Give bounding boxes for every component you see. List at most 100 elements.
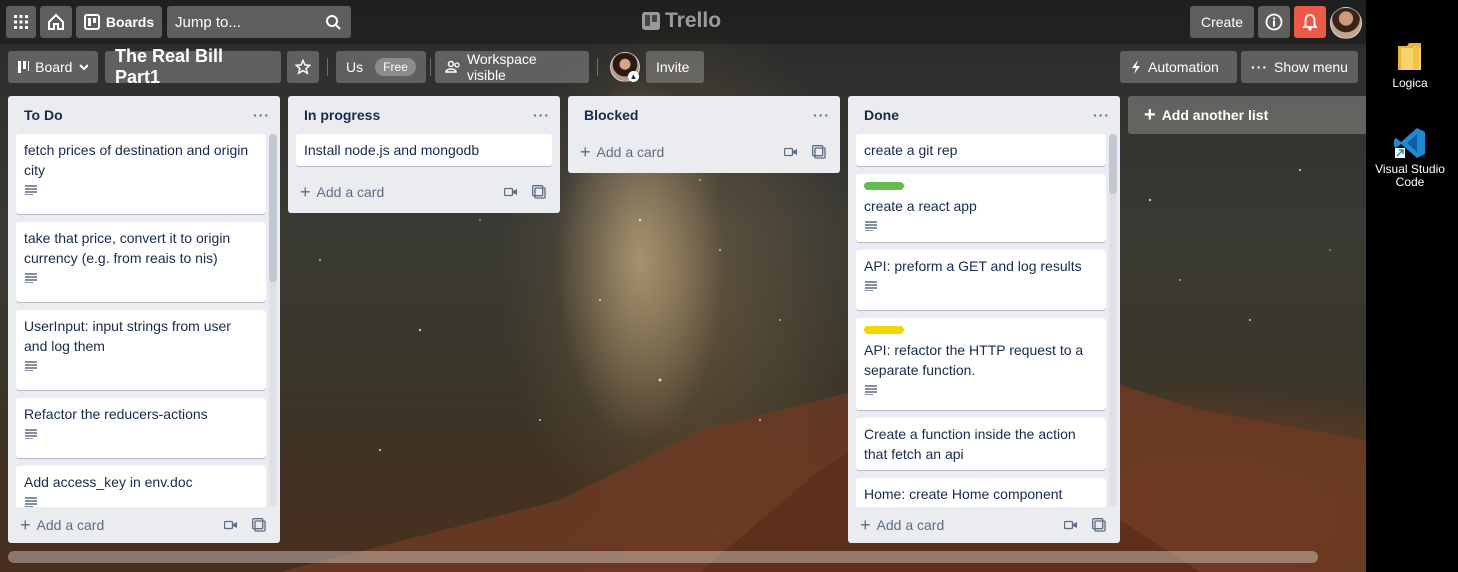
desktop-icon-logica[interactable]: Logica (1370, 40, 1450, 90)
plus-icon: + (20, 514, 31, 535)
card-title: API: preform a GET and log results (864, 258, 1082, 274)
list-header[interactable]: Blocked ··· (568, 96, 840, 134)
video-icon[interactable] (784, 147, 798, 157)
apps-grid-button[interactable] (6, 6, 36, 38)
video-icon[interactable] (504, 187, 518, 197)
card-title: API: refactor the HTTP request to a sepa… (864, 342, 1084, 378)
boards-label: Boards (105, 14, 155, 30)
list-title[interactable]: Blocked (584, 107, 638, 123)
description-icon (24, 356, 258, 376)
card-title: create a git rep (864, 142, 958, 158)
video-icon[interactable] (1064, 520, 1078, 530)
card[interactable]: API: refactor the HTTP request to a sepa… (856, 318, 1106, 410)
workspace-visibility-icon (445, 60, 460, 73)
board-title[interactable]: The Real Bill Part1 (105, 46, 281, 87)
card-template-icon[interactable] (252, 518, 266, 532)
vertical-scrollbar[interactable] (1109, 134, 1117, 507)
visibility-label: Workspace visible (466, 51, 537, 83)
plus-icon: + (1144, 103, 1156, 126)
card-title: create a react app (864, 198, 977, 214)
card[interactable]: Create a function inside the action that… (856, 418, 1106, 470)
notifications-button[interactable] (1294, 6, 1326, 38)
video-icon[interactable] (224, 520, 238, 530)
description-icon (24, 268, 258, 288)
list-to-do[interactable]: To Do ··· fetch prices of destination an… (8, 96, 280, 543)
add-card-button[interactable]: + Add a card (288, 174, 560, 210)
list-title[interactable]: To Do (24, 107, 63, 123)
card[interactable]: Add access_key in env.doc (16, 466, 266, 507)
scrollbar-thumb[interactable] (269, 134, 277, 282)
add-list-button[interactable]: + Add another list (1128, 96, 1366, 134)
list-actions-icon[interactable]: ··· (1093, 107, 1110, 123)
invite-button[interactable]: Invite (646, 51, 704, 83)
vertical-scrollbar[interactable] (269, 134, 277, 507)
list-title[interactable]: In progress (304, 107, 380, 123)
card-template-icon[interactable] (812, 145, 826, 159)
scrollbar-thumb[interactable] (1109, 134, 1117, 194)
info-icon (1265, 13, 1283, 31)
board-view-switcher[interactable]: Board (8, 51, 98, 83)
add-card-label: Add a card (876, 517, 945, 533)
header-divider (430, 58, 431, 76)
card[interactable]: fetch prices of destination and origin c… (16, 134, 266, 214)
card-title: UserInput: input strings from user and l… (24, 318, 231, 354)
home-button[interactable] (40, 6, 72, 38)
list-in-progress[interactable]: In progress ··· Install node.js and mong… (288, 96, 560, 213)
card[interactable]: take that price, convert it to origin cu… (16, 222, 266, 302)
card-title: Create a function inside the action that… (864, 426, 1076, 462)
card[interactable]: API: preform a GET and log results (856, 250, 1106, 310)
list-actions-icon[interactable]: ··· (253, 107, 270, 123)
card[interactable]: Install node.js and mongodb (296, 134, 552, 166)
boards-button[interactable]: Boards (76, 6, 162, 38)
card-template-icon[interactable] (1092, 518, 1106, 532)
more-dots-icon: ··· (1251, 59, 1268, 75)
card[interactable]: Home: create Home component (856, 478, 1106, 507)
user-avatar[interactable] (1330, 7, 1362, 39)
vscode-icon (1394, 128, 1425, 158)
add-card-button[interactable]: + Add a card (568, 134, 840, 170)
star-board-button[interactable] (287, 51, 319, 83)
card-template-icon[interactable] (532, 185, 546, 199)
description-icon (864, 276, 1098, 296)
add-card-label: Add a card (316, 184, 385, 200)
star-icon (295, 59, 311, 75)
list-title[interactable]: Done (864, 107, 899, 123)
list-actions-icon[interactable]: ··· (533, 107, 550, 123)
card[interactable]: create a react app (856, 174, 1106, 242)
card[interactable]: Refactor the reducers-actions (16, 398, 266, 458)
plus-icon: + (580, 141, 591, 162)
chevron-down-icon (79, 64, 88, 71)
add-card-label: Add a card (36, 517, 105, 533)
list-blocked[interactable]: Blocked ··· + Add a card (568, 96, 840, 173)
description-icon (864, 380, 1098, 400)
visibility-button[interactable]: Workspace visible (435, 51, 589, 83)
folder-icon (1398, 43, 1421, 70)
desktop-area: Logica Visual Studio Code (1366, 0, 1458, 572)
info-button[interactable] (1258, 6, 1290, 38)
automation-button[interactable]: Automation (1120, 51, 1237, 83)
card[interactable]: UserInput: input strings from user and l… (16, 310, 266, 390)
list-header[interactable]: Done ··· (848, 96, 1120, 134)
workspace-button[interactable]: Us Free (336, 51, 426, 83)
show-menu-button[interactable]: ··· Show menu (1241, 51, 1358, 83)
add-card-button[interactable]: + Add a card (8, 507, 280, 543)
card-label-yellow[interactable] (864, 326, 904, 334)
list-header[interactable]: To Do ··· (8, 96, 280, 134)
search-icon (326, 15, 341, 30)
create-button[interactable]: Create (1190, 6, 1254, 38)
card-title: Refactor the reducers-actions (24, 406, 208, 422)
horizontal-scrollbar[interactable] (8, 551, 1318, 563)
card-label-green[interactable] (864, 182, 904, 190)
plus-icon: + (860, 514, 871, 535)
list-actions-icon[interactable]: ··· (813, 107, 830, 123)
add-list-label: Add another list (1161, 107, 1269, 123)
description-icon (24, 180, 258, 200)
trello-logo[interactable]: Trello (642, 9, 721, 33)
add-card-button[interactable]: + Add a card (848, 507, 1120, 543)
jump-to-search[interactable]: Jump to... (167, 6, 351, 38)
add-card-label: Add a card (596, 144, 665, 160)
desktop-icon-vscode[interactable]: Visual Studio Code (1370, 126, 1450, 189)
card[interactable]: create a git rep (856, 134, 1106, 166)
list-header[interactable]: In progress ··· (288, 96, 560, 134)
list-done[interactable]: Done ··· create a git rep create a react… (848, 96, 1120, 543)
